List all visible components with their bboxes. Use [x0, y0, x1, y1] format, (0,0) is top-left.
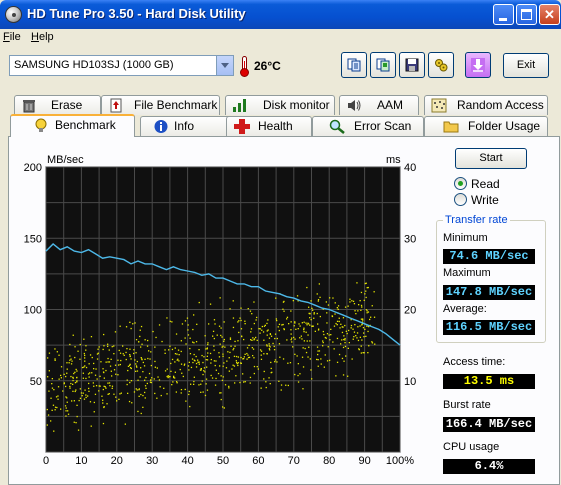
- disk-monitor-icon: [233, 99, 246, 112]
- copy-screenshot-button[interactable]: [370, 52, 396, 78]
- health-cross-icon: [234, 119, 250, 134]
- save-button[interactable]: [399, 52, 425, 78]
- folder-icon: [443, 121, 459, 133]
- download-icon: [471, 58, 485, 72]
- random-access-icon: [431, 98, 447, 113]
- start-button[interactable]: Start: [455, 148, 527, 169]
- thermometer-icon: [240, 56, 249, 77]
- copy-screenshot-icon: [376, 58, 390, 72]
- speaker-icon: [348, 100, 361, 111]
- minimum-label: Minimum: [443, 232, 488, 244]
- average-value: 116.5 MB/sec: [443, 320, 535, 335]
- read-radio[interactable]: [454, 177, 467, 190]
- tab-random-access[interactable]: Random Access: [424, 95, 548, 115]
- tab-benchmark[interactable]: Benchmark: [10, 114, 135, 137]
- close-icon: ✕: [544, 7, 555, 22]
- copy-text-button[interactable]: [341, 52, 367, 78]
- hd-tune-app-icon: [5, 6, 22, 23]
- cpu-usage-value: 6.4%: [443, 459, 535, 474]
- write-radio-label: Write: [471, 193, 499, 207]
- minimum-value: 74.6 MB/sec: [443, 249, 535, 264]
- title-bar: HD Tune Pro 3.50 - Hard Disk Utility ✕: [0, 0, 561, 29]
- toolbar: SAMSUNG HD103SJ (1000 GB) 26°C Exit: [0, 48, 561, 86]
- tab-erase[interactable]: Erase: [14, 95, 101, 115]
- copy-text-icon: [347, 58, 361, 72]
- download-button[interactable]: [465, 52, 491, 78]
- maximum-label: Maximum: [443, 267, 491, 279]
- drive-select-value: SAMSUNG HD103SJ (1000 GB): [14, 59, 174, 71]
- menu-file[interactable]: File: [3, 31, 21, 43]
- average-label: Average:: [443, 303, 487, 315]
- minimize-icon: [499, 18, 507, 21]
- magnifier-icon: [329, 119, 345, 134]
- tab-disk-monitor[interactable]: Disk monitor: [225, 95, 335, 115]
- temperature-value: 26°C: [254, 59, 281, 73]
- maximize-button[interactable]: [516, 4, 537, 25]
- cpu-usage-label: CPU usage: [443, 441, 500, 453]
- burst-rate-value: 166.4 MB/sec: [443, 417, 535, 432]
- window-title: HD Tune Pro 3.50 - Hard Disk Utility: [27, 6, 246, 21]
- menu-bar: File Help: [0, 29, 561, 47]
- transfer-rate-title: Transfer rate: [443, 214, 510, 226]
- close-button[interactable]: ✕: [539, 4, 560, 25]
- tab-error-scan[interactable]: Error Scan: [312, 116, 424, 136]
- info-icon: [154, 120, 168, 133]
- burst-rate-label: Burst rate: [443, 399, 491, 411]
- maximize-icon: [521, 9, 532, 20]
- exit-button[interactable]: Exit: [503, 53, 549, 78]
- drive-select[interactable]: SAMSUNG HD103SJ (1000 GB): [9, 55, 234, 76]
- chevron-down-icon[interactable]: [216, 56, 233, 75]
- lightbulb-icon: [35, 118, 47, 132]
- menu-help[interactable]: Help: [31, 31, 54, 43]
- minimize-button[interactable]: [493, 4, 514, 25]
- file-benchmark-icon: [110, 98, 122, 113]
- tab-folder-usage[interactable]: Folder Usage: [424, 116, 548, 136]
- options-icon: [435, 59, 448, 72]
- write-radio[interactable]: [454, 193, 467, 206]
- trash-icon: [23, 100, 35, 113]
- maximum-value: 147.8 MB/sec: [443, 285, 535, 300]
- read-radio-label: Read: [471, 177, 500, 191]
- access-time-value: 13.5 ms: [443, 374, 535, 389]
- tab-file-benchmark[interactable]: File Benchmark: [101, 95, 220, 115]
- access-time-label: Access time:: [443, 356, 506, 368]
- save-icon: [405, 58, 419, 72]
- tab-health[interactable]: Health: [226, 116, 312, 136]
- options-button[interactable]: [428, 52, 454, 78]
- tab-aam[interactable]: AAM: [339, 95, 419, 115]
